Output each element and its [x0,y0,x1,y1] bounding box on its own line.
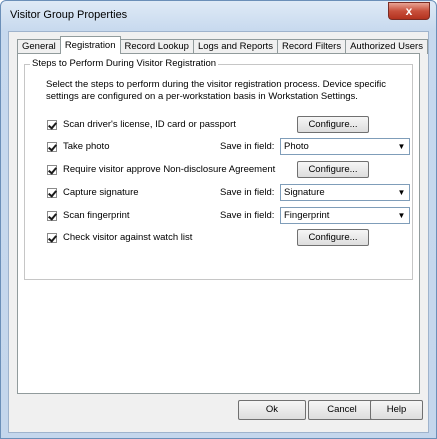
tab-strip: General Registration Record Lookup Logs … [17,36,428,54]
signature-field-select[interactable]: Signature ▼ [280,184,410,201]
photo-save-in-field-label: Save in field: [220,141,275,152]
scan-id-label: Scan driver's license, ID card or passpo… [63,119,236,130]
cancel-button[interactable]: Cancel [308,400,376,420]
tab-record-lookup[interactable]: Record Lookup [119,39,194,54]
window-title: Visitor Group Properties [10,9,128,21]
dropdown-arrow-icon[interactable]: ▼ [395,140,408,153]
help-button[interactable]: Help [370,400,423,420]
signature-save-in-field-label: Save in field: [220,187,275,198]
take-photo-checkbox[interactable] [47,142,57,152]
tab-logs-and-reports[interactable]: Logs and Reports [192,39,278,54]
tab-panel-registration: Steps to Perform During Visitor Registra… [17,53,420,394]
step-scan-id: Scan driver's license, ID card or passpo… [47,116,407,134]
title-bar[interactable]: Visitor Group Properties x [1,1,436,31]
fingerprint-field-value: Fingerprint [284,210,330,221]
nda-configure-button[interactable]: Configure... [297,161,369,178]
capture-signature-checkbox[interactable] [47,188,57,198]
tab-authorized-users[interactable]: Authorized Users [345,39,428,54]
capture-signature-label: Capture signature [63,187,139,198]
close-icon: x [405,4,413,18]
scan-fingerprint-checkbox[interactable] [47,211,57,221]
watch-list-label: Check visitor against watch list [63,232,193,243]
nda-label: Require visitor approve Non-disclosure A… [63,164,276,175]
dropdown-arrow-icon[interactable]: ▼ [395,209,408,222]
dialog-client-area: General Registration Record Lookup Logs … [8,31,429,433]
step-watch-list: Check visitor against watch list Configu… [47,229,407,247]
fingerprint-save-in-field-label: Save in field: [220,210,275,221]
photo-field-value: Photo [284,141,309,152]
dropdown-arrow-icon[interactable]: ▼ [395,186,408,199]
scan-fingerprint-label: Scan fingerprint [63,210,130,221]
group-description: Select the steps to perform during the v… [46,79,387,102]
scan-id-checkbox[interactable] [47,120,57,130]
step-capture-signature: Capture signature Save in field: Signatu… [47,184,410,202]
step-take-photo: Take photo Save in field: Photo ▼ [47,138,410,156]
signature-field-value: Signature [284,187,325,198]
dialog-window: Visitor Group Properties x General Regis… [0,0,437,439]
watch-list-configure-button[interactable]: Configure... [297,229,369,246]
tab-general[interactable]: General [17,39,61,54]
group-title: Steps to Perform During Visitor Registra… [30,58,219,69]
fingerprint-field-select[interactable]: Fingerprint ▼ [280,207,410,224]
photo-field-select[interactable]: Photo ▼ [280,138,410,155]
registration-steps-group: Steps to Perform During Visitor Registra… [24,58,413,280]
ok-button[interactable]: Ok [238,400,306,420]
step-scan-fingerprint: Scan fingerprint Save in field: Fingerpr… [47,207,410,225]
nda-checkbox[interactable] [47,165,57,175]
close-button[interactable]: x [388,2,430,20]
watch-list-checkbox[interactable] [47,233,57,243]
scan-id-configure-button[interactable]: Configure... [297,116,369,133]
take-photo-label: Take photo [63,141,110,152]
tab-record-filters[interactable]: Record Filters [276,39,347,54]
step-nda: Require visitor approve Non-disclosure A… [47,161,407,179]
tab-registration[interactable]: Registration [59,36,121,54]
